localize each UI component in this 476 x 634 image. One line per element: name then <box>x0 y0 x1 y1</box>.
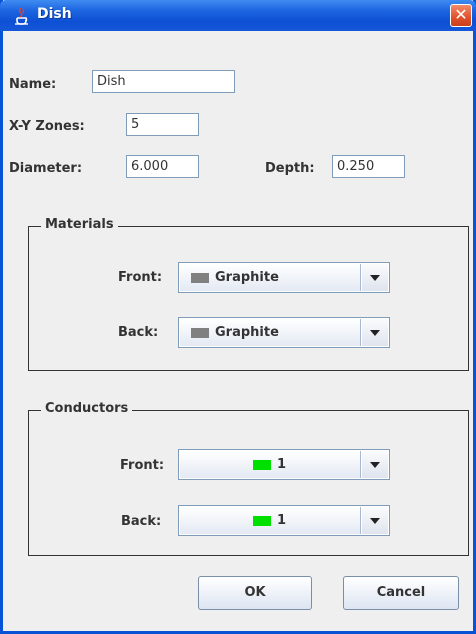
conductors-back-value: 1 <box>277 513 287 528</box>
chevron-down-icon[interactable] <box>362 507 388 534</box>
depth-field[interactable]: 0.250 <box>332 155 405 178</box>
diameter-label: Diameter: <box>9 161 83 176</box>
cancel-button[interactable]: Cancel <box>343 576 459 610</box>
diameter-field[interactable]: 6.000 <box>126 155 199 178</box>
conductor-color-swatch <box>253 460 271 470</box>
materials-back-label: Back: <box>118 325 159 340</box>
xy-zones-field[interactable]: 5 <box>126 113 199 136</box>
depth-label: Depth: <box>265 161 315 176</box>
xy-zones-label: X-Y Zones: <box>9 119 85 134</box>
chevron-down-icon[interactable] <box>362 264 388 291</box>
close-button[interactable]: ✕ <box>450 4 472 27</box>
dialog-window: Dish ✕ Name: Dish X-Y Zones: 5 Diameter:… <box>0 0 476 634</box>
conductors-front-label: Front: <box>120 458 165 473</box>
materials-group-title: Materials <box>41 217 118 232</box>
conductors-group-title: Conductors <box>41 401 133 416</box>
java-cup-icon <box>15 7 28 25</box>
materials-back-value: Graphite <box>215 325 279 340</box>
conductor-color-swatch <box>253 516 271 526</box>
chevron-down-icon[interactable] <box>362 319 388 346</box>
ok-button[interactable]: OK <box>198 576 312 610</box>
name-label: Name: <box>9 77 57 92</box>
materials-group <box>28 226 469 371</box>
title-bar[interactable]: Dish ✕ <box>0 0 476 31</box>
conductors-front-value: 1 <box>277 457 287 472</box>
name-field[interactable]: Dish <box>92 70 235 93</box>
conductors-back-dropdown[interactable]: 1 <box>178 505 390 536</box>
materials-front-label: Front: <box>118 270 163 285</box>
materials-front-dropdown[interactable]: Graphite <box>178 262 390 293</box>
materials-back-dropdown[interactable]: Graphite <box>178 317 390 348</box>
conductors-front-dropdown[interactable]: 1 <box>178 449 390 480</box>
material-color-swatch <box>191 328 209 338</box>
close-icon: ✕ <box>454 5 468 24</box>
conductors-back-label: Back: <box>121 514 162 529</box>
window-title: Dish <box>37 6 72 22</box>
chevron-down-icon[interactable] <box>362 451 388 478</box>
material-color-swatch <box>191 273 209 283</box>
materials-front-value: Graphite <box>215 270 279 285</box>
